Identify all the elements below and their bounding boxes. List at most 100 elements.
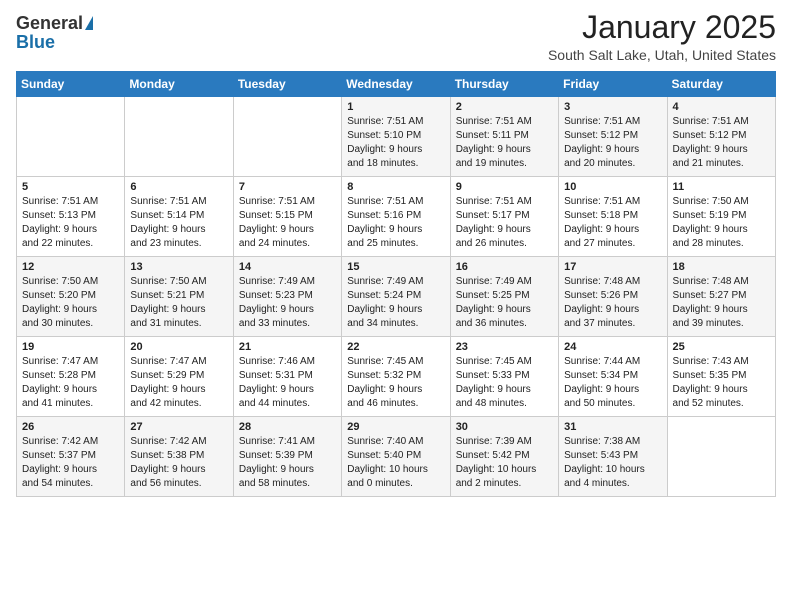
col-sunday: Sunday xyxy=(17,72,125,97)
day-cell: 8 Sunrise: 7:51 AMSunset: 5:16 PMDaylight… xyxy=(342,177,450,257)
day-number: 29 xyxy=(347,421,444,433)
day-number: 31 xyxy=(564,421,661,433)
logo-general-text: General xyxy=(16,14,83,32)
day-info: Sunrise: 7:51 AMSunset: 5:11 PMDaylight:… xyxy=(456,115,553,171)
day-number: 25 xyxy=(673,341,770,353)
col-monday: Monday xyxy=(125,72,233,97)
day-number: 11 xyxy=(673,181,770,193)
col-tuesday: Tuesday xyxy=(233,72,341,97)
week-row-2: 5 Sunrise: 7:51 AMSunset: 5:13 PMDaylight… xyxy=(17,177,776,257)
day-cell: 25 Sunrise: 7:43 AMSunset: 5:35 PMDayligh… xyxy=(667,337,775,417)
day-info: Sunrise: 7:49 AMSunset: 5:24 PMDaylight:… xyxy=(347,275,444,331)
day-info: Sunrise: 7:41 AMSunset: 5:39 PMDaylight:… xyxy=(239,435,336,491)
day-number: 17 xyxy=(564,261,661,273)
day-info: Sunrise: 7:45 AMSunset: 5:32 PMDaylight:… xyxy=(347,355,444,411)
col-saturday: Saturday xyxy=(667,72,775,97)
week-row-4: 19 Sunrise: 7:47 AMSunset: 5:28 PMDayligh… xyxy=(17,337,776,417)
day-number: 20 xyxy=(130,341,227,353)
day-cell: 27 Sunrise: 7:42 AMSunset: 5:38 PMDayligh… xyxy=(125,417,233,497)
week-row-1: 1 Sunrise: 7:51 AMSunset: 5:10 PMDaylight… xyxy=(17,97,776,177)
day-cell xyxy=(125,97,233,177)
day-cell: 26Sunrise: 7:42 AMSunset: 5:37 PMDayligh… xyxy=(17,417,125,497)
day-info: Sunrise: 7:45 AMSunset: 5:33 PMDaylight:… xyxy=(456,355,553,411)
day-cell xyxy=(17,97,125,177)
day-info: Sunrise: 7:48 AMSunset: 5:26 PMDaylight:… xyxy=(564,275,661,331)
month-title: January 2025 xyxy=(548,10,776,45)
day-info: Sunrise: 7:44 AMSunset: 5:34 PMDaylight:… xyxy=(564,355,661,411)
day-cell: 28 Sunrise: 7:41 AMSunset: 5:39 PMDayligh… xyxy=(233,417,341,497)
day-info: Sunrise: 7:42 AMSunset: 5:37 PMDaylight:… xyxy=(22,435,119,491)
calendar-table: Sunday Monday Tuesday Wednesday Thursday… xyxy=(16,71,776,497)
day-info: Sunrise: 7:51 AMSunset: 5:15 PMDaylight:… xyxy=(239,195,336,251)
day-cell: 2 Sunrise: 7:51 AMSunset: 5:11 PMDaylight… xyxy=(450,97,558,177)
day-cell: 22 Sunrise: 7:45 AMSunset: 5:32 PMDayligh… xyxy=(342,337,450,417)
day-number: 12 xyxy=(22,261,119,273)
day-number: 22 xyxy=(347,341,444,353)
header-row: Sunday Monday Tuesday Wednesday Thursday… xyxy=(17,72,776,97)
day-info: Sunrise: 7:51 AMSunset: 5:12 PMDaylight:… xyxy=(673,115,770,171)
day-info: Sunrise: 7:51 AMSunset: 5:14 PMDaylight:… xyxy=(130,195,227,251)
day-cell: 21 Sunrise: 7:46 AMSunset: 5:31 PMDayligh… xyxy=(233,337,341,417)
day-cell xyxy=(667,417,775,497)
day-cell: 29 Sunrise: 7:40 AMSunset: 5:40 PMDayligh… xyxy=(342,417,450,497)
day-number: 4 xyxy=(673,101,770,113)
logo-blue-text: Blue xyxy=(16,32,55,53)
day-number: 27 xyxy=(130,421,227,433)
day-number: 9 xyxy=(456,181,553,193)
day-number: 21 xyxy=(239,341,336,353)
day-cell: 15Sunrise: 7:49 AMSunset: 5:24 PMDayligh… xyxy=(342,257,450,337)
day-cell: 20 Sunrise: 7:47 AMSunset: 5:29 PMDayligh… xyxy=(125,337,233,417)
day-number: 1 xyxy=(347,101,444,113)
day-info: Sunrise: 7:50 AMSunset: 5:20 PMDaylight:… xyxy=(22,275,119,331)
col-wednesday: Wednesday xyxy=(342,72,450,97)
day-info: Sunrise: 7:40 AMSunset: 5:40 PMDaylight:… xyxy=(347,435,444,491)
day-number: 19 xyxy=(22,341,119,353)
day-cell: 31Sunrise: 7:38 AMSunset: 5:43 PMDayligh… xyxy=(559,417,667,497)
day-number: 7 xyxy=(239,181,336,193)
day-cell: 5 Sunrise: 7:51 AMSunset: 5:13 PMDaylight… xyxy=(17,177,125,257)
week-row-5: 26Sunrise: 7:42 AMSunset: 5:37 PMDayligh… xyxy=(17,417,776,497)
page: General Blue January 2025 South Salt Lak… xyxy=(0,0,792,612)
day-info: Sunrise: 7:47 AMSunset: 5:28 PMDaylight:… xyxy=(22,355,119,411)
day-number: 10 xyxy=(564,181,661,193)
day-number: 5 xyxy=(22,181,119,193)
day-cell: 4 Sunrise: 7:51 AMSunset: 5:12 PMDaylight… xyxy=(667,97,775,177)
day-info: Sunrise: 7:51 AMSunset: 5:10 PMDaylight:… xyxy=(347,115,444,171)
day-info: Sunrise: 7:43 AMSunset: 5:35 PMDaylight:… xyxy=(673,355,770,411)
day-cell: 18Sunrise: 7:48 AMSunset: 5:27 PMDayligh… xyxy=(667,257,775,337)
day-info: Sunrise: 7:49 AMSunset: 5:23 PMDaylight:… xyxy=(239,275,336,331)
day-info: Sunrise: 7:47 AMSunset: 5:29 PMDaylight:… xyxy=(130,355,227,411)
day-info: Sunrise: 7:51 AMSunset: 5:16 PMDaylight:… xyxy=(347,195,444,251)
day-cell: 3Sunrise: 7:51 AMSunset: 5:12 PMDaylight… xyxy=(559,97,667,177)
day-cell: 24Sunrise: 7:44 AMSunset: 5:34 PMDayligh… xyxy=(559,337,667,417)
logo: General Blue xyxy=(16,10,93,53)
day-info: Sunrise: 7:42 AMSunset: 5:38 PMDaylight:… xyxy=(130,435,227,491)
day-number: 28 xyxy=(239,421,336,433)
day-info: Sunrise: 7:51 AMSunset: 5:18 PMDaylight:… xyxy=(564,195,661,251)
day-number: 8 xyxy=(347,181,444,193)
day-info: Sunrise: 7:49 AMSunset: 5:25 PMDaylight:… xyxy=(456,275,553,331)
day-info: Sunrise: 7:50 AMSunset: 5:19 PMDaylight:… xyxy=(673,195,770,251)
day-number: 23 xyxy=(456,341,553,353)
week-row-3: 12 Sunrise: 7:50 AMSunset: 5:20 PMDayligh… xyxy=(17,257,776,337)
day-cell: 12 Sunrise: 7:50 AMSunset: 5:20 PMDayligh… xyxy=(17,257,125,337)
day-cell: 11 Sunrise: 7:50 AMSunset: 5:19 PMDayligh… xyxy=(667,177,775,257)
day-info: Sunrise: 7:46 AMSunset: 5:31 PMDaylight:… xyxy=(239,355,336,411)
header: General Blue January 2025 South Salt Lak… xyxy=(16,10,776,63)
col-thursday: Thursday xyxy=(450,72,558,97)
day-cell: 9 Sunrise: 7:51 AMSunset: 5:17 PMDaylight… xyxy=(450,177,558,257)
day-cell: 10 Sunrise: 7:51 AMSunset: 5:18 PMDayligh… xyxy=(559,177,667,257)
day-info: Sunrise: 7:51 AMSunset: 5:17 PMDaylight:… xyxy=(456,195,553,251)
day-info: Sunrise: 7:39 AMSunset: 5:42 PMDaylight:… xyxy=(456,435,553,491)
day-number: 18 xyxy=(673,261,770,273)
title-area: January 2025 South Salt Lake, Utah, Unit… xyxy=(548,10,776,63)
day-cell: 1 Sunrise: 7:51 AMSunset: 5:10 PMDaylight… xyxy=(342,97,450,177)
day-number: 30 xyxy=(456,421,553,433)
day-info: Sunrise: 7:51 AMSunset: 5:13 PMDaylight:… xyxy=(22,195,119,251)
day-number: 14 xyxy=(239,261,336,273)
day-cell: 23 Sunrise: 7:45 AMSunset: 5:33 PMDayligh… xyxy=(450,337,558,417)
day-number: 2 xyxy=(456,101,553,113)
day-cell: 14 Sunrise: 7:49 AMSunset: 5:23 PMDayligh… xyxy=(233,257,341,337)
day-cell: 19 Sunrise: 7:47 AMSunset: 5:28 PMDayligh… xyxy=(17,337,125,417)
day-cell: 16Sunrise: 7:49 AMSunset: 5:25 PMDayligh… xyxy=(450,257,558,337)
